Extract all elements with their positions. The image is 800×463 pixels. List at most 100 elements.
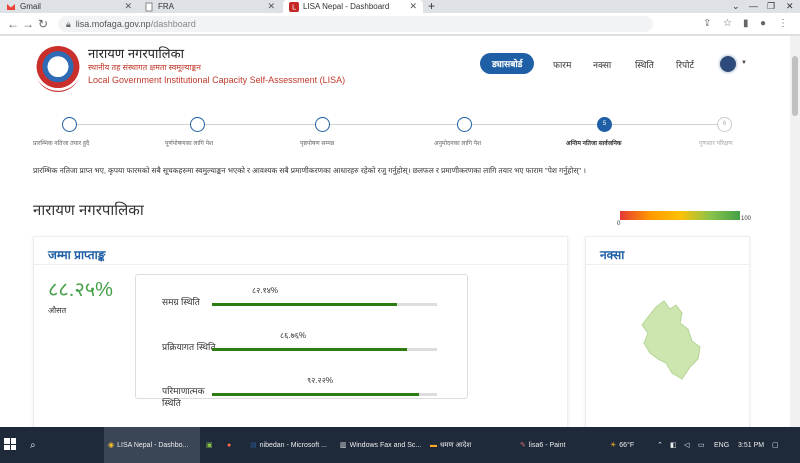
side-panel-icon[interactable]: ▮ xyxy=(743,17,749,31)
lisa-icon: L xyxy=(289,1,299,12)
browser-tab-strip: Gmail ✕ FRA ✕ L LISA Nepal - Dashboard ✕… xyxy=(0,0,800,13)
tab-label: Gmail xyxy=(20,2,41,11)
taskbar-label: Windows Fax and Sc... xyxy=(349,441,422,449)
address-bar[interactable]: 🔒︎ lisa.mofaga.gov.np /dashboard xyxy=(58,16,653,32)
scrollbar-thumb[interactable] xyxy=(792,56,798,116)
app-icon: ▣ xyxy=(206,442,213,449)
municipality-map[interactable] xyxy=(636,297,706,382)
card-title: नक्सा xyxy=(600,248,625,262)
taskbar-label: nibedan - Microsoft ... xyxy=(259,441,327,449)
profile-icon[interactable]: ● xyxy=(760,17,766,31)
new-tab-button[interactable]: + xyxy=(428,0,435,13)
step-6-dot[interactable]: 6 xyxy=(717,117,732,132)
search-icon[interactable]: ⌕ xyxy=(30,427,36,463)
taskbar-item-chrome[interactable]: ◉ LISA Nepal - Dashbo... xyxy=(104,427,200,463)
average-label: औसत xyxy=(48,306,67,315)
bar-label-procedural: प्रक्रियागत स्थिति xyxy=(162,342,216,352)
bar-track-quantitative xyxy=(212,393,437,396)
bar-label-overall: समग्र स्थिति xyxy=(162,297,200,307)
page-content: नारायण नगरपालिका स्थानीय तह संस्थागत क्ष… xyxy=(0,36,790,427)
taskbar-item-word[interactable]: ▤ nibedan - Microsoft ... xyxy=(250,427,335,463)
taskbar-item-app[interactable]: ▣ xyxy=(206,427,220,463)
bar-track-overall xyxy=(212,303,437,306)
nav-report[interactable]: रिपोर्ट xyxy=(676,58,694,71)
card-title: जम्मा प्राप्ताङ्क xyxy=(48,248,106,262)
chrome-icon: ◉ xyxy=(108,442,115,449)
step-4-dot[interactable] xyxy=(457,117,472,132)
folder-icon: ▬ xyxy=(430,441,437,449)
tab-label: FRA xyxy=(158,2,174,11)
forward-arrow-icon[interactable]: → xyxy=(22,17,34,31)
more-menu-icon[interactable]: ⋮ xyxy=(778,17,788,31)
step-2-dot[interactable] xyxy=(190,117,205,132)
restore-icon[interactable]: ❐ xyxy=(767,0,775,13)
bar-track-procedural xyxy=(212,348,437,351)
taskbar-item-firefox[interactable]: ● xyxy=(227,427,241,463)
stepper-line xyxy=(70,124,725,125)
taskbar-item-paint[interactable]: ✎ lisa6 - Paint xyxy=(520,427,605,463)
bar-fill-procedural xyxy=(212,348,408,351)
divider xyxy=(34,264,567,265)
site-header: नारायण नगरपालिका स्थानीय तह संस्थागत क्ष… xyxy=(0,36,790,98)
tab-gmail[interactable]: Gmail ✕ xyxy=(0,0,138,13)
taskbar-label: LISA Nepal - Dashbo... xyxy=(117,441,189,449)
tab-lisa-dashboard[interactable]: L LISA Nepal - Dashboard ✕ xyxy=(283,0,423,13)
language-indicator[interactable]: ENG xyxy=(714,427,729,463)
weather-icon: ☀ xyxy=(610,442,617,449)
step-5-dot[interactable]: 5 xyxy=(597,117,612,132)
avatar[interactable] xyxy=(718,54,738,74)
org-name: नारायण नगरपालिका xyxy=(88,46,184,61)
battery-icon[interactable]: ▭ xyxy=(698,427,705,463)
volume-icon[interactable]: ◁ xyxy=(684,427,689,463)
caret-down-icon[interactable]: ▼ xyxy=(741,60,747,66)
taskbar-item-folder[interactable]: ▬ धमण आदेश xyxy=(430,427,515,463)
clock[interactable]: 3:51 PM xyxy=(738,427,764,463)
step-3-dot[interactable] xyxy=(315,117,330,132)
step-4-label: अनुमोदनका लागि पेश xyxy=(434,141,482,147)
weather-temp: 66°F xyxy=(619,441,635,449)
weather-widget[interactable]: ☀ 66°F xyxy=(610,427,634,463)
tab-fra[interactable]: FRA ✕ xyxy=(138,0,281,13)
close-window-icon[interactable]: ✕ xyxy=(786,0,794,13)
nav-forms[interactable]: फारम xyxy=(553,58,571,71)
close-icon[interactable]: ✕ xyxy=(124,1,132,12)
url-path: /dashboard xyxy=(150,19,196,29)
network-icon[interactable]: ◧ xyxy=(670,427,677,463)
bar-fill-overall xyxy=(212,303,397,306)
step-2-label: पूर्णपोषणका लागि पेश xyxy=(165,141,214,147)
step-1-dot[interactable] xyxy=(62,117,77,132)
score-bars-panel: ८२.१४% समग्र स्थिति ८६.७६% प्रक्रियागत स… xyxy=(135,274,468,408)
bar-value-procedural: ८६.७६% xyxy=(280,331,306,340)
close-icon[interactable]: ✕ xyxy=(409,1,417,12)
step-6-label: गुणस्तर परिक्षण xyxy=(699,141,733,147)
bar-label-quantitative: परिमाणात्मक स्थिति xyxy=(162,386,205,408)
org-subtitle-nepali: स्थानीय तह संस्थागत क्षमता स्वमूल्याङ्कन xyxy=(88,63,201,72)
back-arrow-icon[interactable]: ← xyxy=(7,17,19,31)
section-title: नारायण नगरपालिका xyxy=(33,202,144,219)
bar-value-overall: ८२.१४% xyxy=(252,286,278,295)
page-scrollbar[interactable] xyxy=(790,36,800,427)
windows-taskbar: ⌕ ◉ LISA Nepal - Dashbo... ▣ ● ▤ nibedan… xyxy=(0,427,800,463)
nav-map[interactable]: नक्सा xyxy=(593,58,611,71)
notification-icon[interactable]: ▢ xyxy=(772,427,779,463)
minimize-icon[interactable]: — xyxy=(749,0,758,13)
scale-min-label: 0 xyxy=(617,221,621,227)
chevron-down-icon[interactable]: ⌄ xyxy=(732,0,740,13)
svg-text:L: L xyxy=(292,3,296,11)
step-3-label: पृष्ठपोषण सम्पन्न xyxy=(300,141,335,147)
government-emblem-logo xyxy=(35,46,81,92)
taskbar-item-fax[interactable]: ▥ Windows Fax and Sc... xyxy=(340,427,425,463)
nav-dashboard[interactable]: ड्यासबोर्ड xyxy=(480,53,535,74)
chevron-up-icon[interactable]: ⌃ xyxy=(657,427,663,463)
bar-value-quantitative: ९२.२२% xyxy=(307,376,333,385)
map-card: नक्सा xyxy=(585,236,750,427)
document-icon xyxy=(144,2,154,12)
reload-icon[interactable]: ↻ xyxy=(38,17,48,31)
taskbar-label: धमण आदेश xyxy=(440,441,472,449)
close-icon[interactable]: ✕ xyxy=(267,1,275,12)
nav-status[interactable]: स्थिति xyxy=(635,58,654,71)
scale-max-label: 100 xyxy=(741,216,752,222)
windows-start-icon[interactable] xyxy=(4,438,16,450)
share-icon[interactable]: ⇪ xyxy=(703,17,711,31)
star-icon[interactable]: ☆ xyxy=(723,17,732,31)
